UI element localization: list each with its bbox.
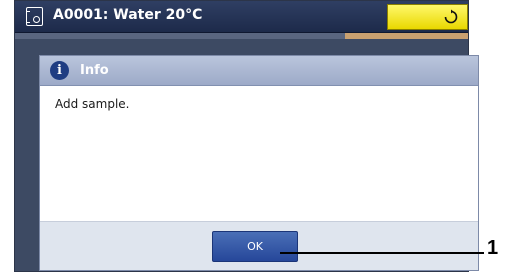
- callout-label: 1: [487, 237, 499, 259]
- status-indicator[interactable]: [387, 4, 468, 30]
- info-dialog: i Info Add sample. OK: [39, 55, 479, 271]
- dialog-header: i Info: [40, 56, 478, 86]
- dialog-footer: OK: [40, 221, 478, 270]
- ok-button[interactable]: OK: [212, 231, 298, 262]
- method-title: A0001: Water 20°C: [53, 7, 203, 23]
- info-icon: i: [50, 61, 69, 80]
- dialog-title: Info: [80, 63, 109, 78]
- method-icon: [26, 7, 43, 26]
- title-bar: A0001: Water 20°C: [15, 1, 468, 33]
- callout-line: [280, 252, 484, 254]
- instrument-screen: A0001: Water 20°C i Info Add sample. OK: [14, 0, 479, 272]
- refresh-icon[interactable]: [443, 9, 459, 25]
- background-panel: [15, 33, 468, 39]
- background-tab: [345, 33, 468, 39]
- dialog-message: Add sample.: [55, 97, 130, 111]
